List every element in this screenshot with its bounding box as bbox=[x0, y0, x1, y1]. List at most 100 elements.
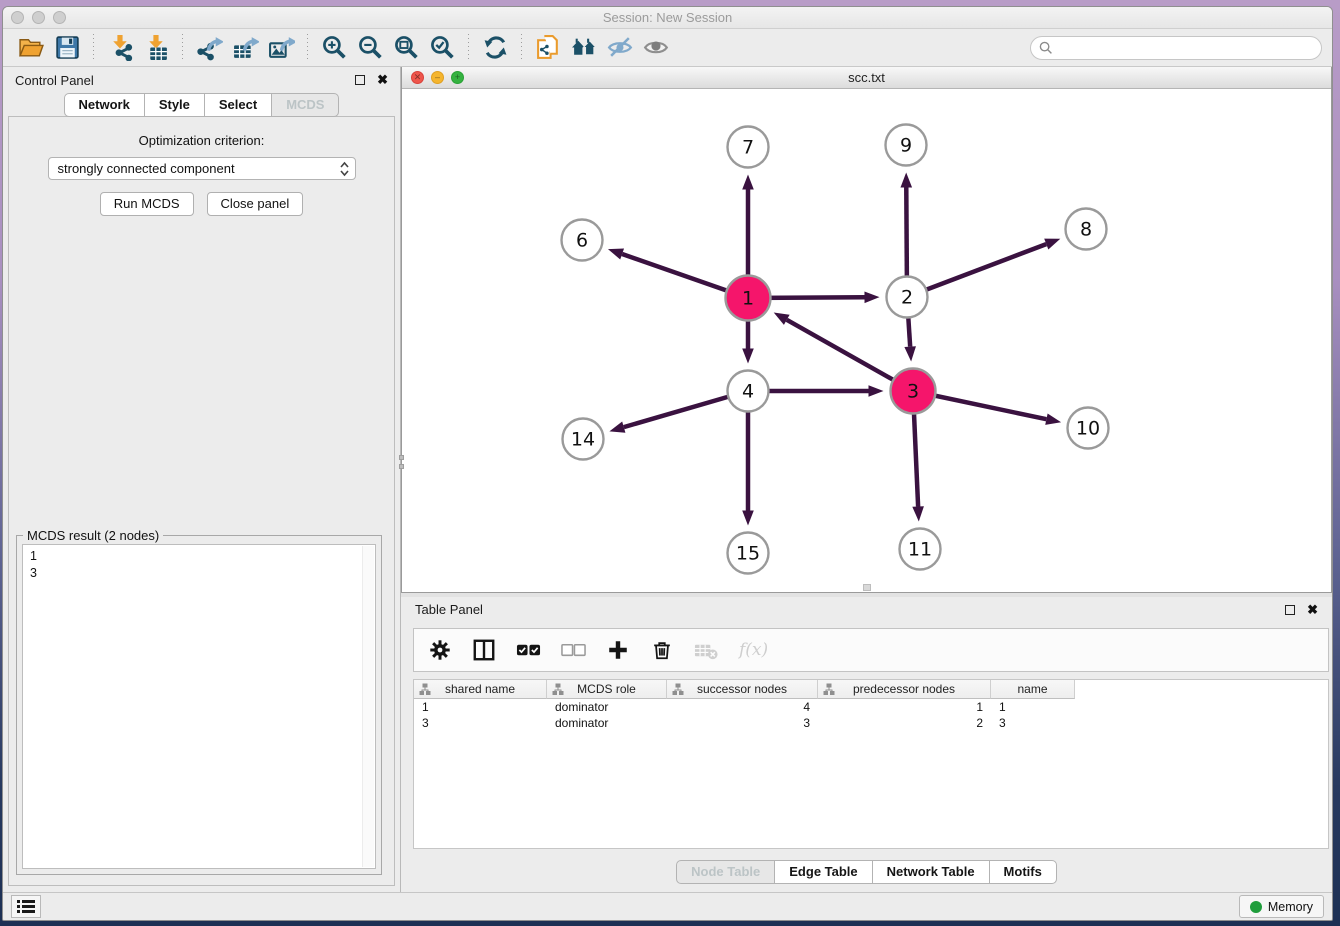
delete-table-button[interactable] bbox=[694, 638, 719, 663]
home-icon bbox=[571, 34, 598, 61]
refresh-button[interactable] bbox=[477, 32, 513, 64]
function-builder-button[interactable]: f(x) bbox=[739, 640, 768, 660]
graph-node-7[interactable]: 7 bbox=[728, 127, 769, 168]
edge-2-8[interactable] bbox=[907, 244, 1046, 297]
run-mcds-button[interactable]: Run MCDS bbox=[100, 192, 194, 216]
cell-successor-nodes[interactable]: 3 bbox=[667, 715, 818, 731]
network-close-icon[interactable]: ✕ bbox=[411, 71, 424, 84]
toolbar-separator bbox=[521, 34, 522, 62]
network-canvas[interactable]: 7 9 6 8 1 2 4 3 14 10 15 11 bbox=[402, 89, 1331, 592]
column-header-name[interactable]: name bbox=[991, 680, 1075, 699]
tab-edge-table[interactable]: Edge Table bbox=[774, 860, 872, 884]
table-row[interactable]: 1dominator411 bbox=[414, 699, 1328, 715]
node-label: 10 bbox=[1076, 418, 1100, 440]
import-table-button[interactable] bbox=[138, 32, 174, 64]
add-icon bbox=[606, 638, 630, 662]
cell-name[interactable]: 1 bbox=[991, 699, 1075, 715]
cell-predecessor-nodes[interactable]: 1 bbox=[818, 699, 991, 715]
cell-successor-nodes[interactable]: 4 bbox=[667, 699, 818, 715]
graph-node-9[interactable]: 9 bbox=[886, 125, 927, 166]
table-panel-header: Table Panel ✖ bbox=[401, 597, 1332, 622]
criterion-select[interactable]: strongly connected component bbox=[48, 157, 356, 180]
control-panel-float-icon[interactable] bbox=[355, 75, 365, 85]
main-toolbar bbox=[3, 29, 1332, 67]
edge-arrow-3-1 bbox=[774, 312, 790, 324]
control-panel: Control Panel ✖ NetworkStyleSelectMCDS O… bbox=[3, 67, 401, 892]
node-label: 15 bbox=[736, 543, 760, 565]
graph-node-2[interactable]: 2 bbox=[887, 277, 928, 318]
edge-arrow-2-9 bbox=[900, 172, 912, 187]
table-panel-close-icon[interactable]: ✖ bbox=[1307, 605, 1318, 615]
tab-motifs[interactable]: Motifs bbox=[989, 860, 1057, 884]
network-minimize-icon[interactable]: – bbox=[431, 71, 444, 84]
control-panel-close-icon[interactable]: ✖ bbox=[377, 75, 388, 85]
cell-name[interactable]: 3 bbox=[991, 715, 1075, 731]
tab-style[interactable]: Style bbox=[144, 93, 205, 117]
search-input[interactable] bbox=[1030, 36, 1322, 60]
cell-shared-name[interactable]: 3 bbox=[414, 715, 547, 731]
window-close-icon[interactable] bbox=[11, 11, 24, 24]
window-titlebar: Session: New Session bbox=[3, 7, 1332, 29]
tab-network-table[interactable]: Network Table bbox=[872, 860, 990, 884]
node-label: 11 bbox=[908, 539, 932, 561]
column-header-shared-name[interactable]: shared name bbox=[414, 680, 547, 699]
table-panel-float-icon[interactable] bbox=[1285, 605, 1295, 615]
cell-predecessor-nodes[interactable]: 2 bbox=[818, 715, 991, 731]
export-image-icon bbox=[268, 34, 295, 61]
zoom-out-button[interactable] bbox=[352, 32, 388, 64]
window-zoom-icon[interactable] bbox=[53, 11, 66, 24]
column-header-successor-nodes[interactable]: successor nodes bbox=[667, 680, 818, 699]
toolbar-separator bbox=[182, 34, 183, 62]
zoom-selected-button[interactable] bbox=[424, 32, 460, 64]
panel-splitter-handle[interactable] bbox=[399, 455, 404, 471]
cell-MCDS-role[interactable]: dominator bbox=[547, 715, 667, 731]
result-scrollbar[interactable] bbox=[362, 546, 374, 867]
export-table-button[interactable] bbox=[227, 32, 263, 64]
network-maximize-icon[interactable]: + bbox=[451, 71, 464, 84]
gear-button[interactable] bbox=[428, 638, 452, 662]
hide-visibility-button[interactable] bbox=[602, 32, 638, 64]
network-document-button[interactable] bbox=[530, 32, 566, 64]
add-button[interactable] bbox=[606, 638, 630, 662]
tab-node-table[interactable]: Node Table bbox=[676, 860, 775, 884]
cell-shared-name[interactable]: 1 bbox=[414, 699, 547, 715]
graph-node-1[interactable]: 1 bbox=[726, 276, 771, 321]
tab-mcds[interactable]: MCDS bbox=[271, 93, 339, 117]
show-visibility-button[interactable] bbox=[638, 32, 674, 64]
columns-button[interactable] bbox=[472, 638, 496, 662]
close-panel-button[interactable]: Close panel bbox=[207, 192, 304, 216]
export-network-button[interactable] bbox=[191, 32, 227, 64]
export-image-button[interactable] bbox=[263, 32, 299, 64]
graph-node-10[interactable]: 10 bbox=[1068, 408, 1109, 449]
save-session-button[interactable] bbox=[49, 32, 85, 64]
graph-node-8[interactable]: 8 bbox=[1066, 209, 1107, 250]
home-button[interactable] bbox=[566, 32, 602, 64]
tab-select[interactable]: Select bbox=[204, 93, 272, 117]
cell-MCDS-role[interactable]: dominator bbox=[547, 699, 667, 715]
mcds-result-lines: 1 3 bbox=[30, 549, 37, 580]
deselect-all-button[interactable] bbox=[561, 638, 586, 663]
graph-node-14[interactable]: 14 bbox=[563, 419, 604, 460]
graph-node-3[interactable]: 3 bbox=[891, 369, 936, 414]
graph-node-11[interactable]: 11 bbox=[900, 529, 941, 570]
mcds-result-text[interactable]: 1 3 bbox=[22, 544, 376, 869]
column-header-MCDS-role[interactable]: MCDS role bbox=[547, 680, 667, 699]
zoom-in-button[interactable] bbox=[316, 32, 352, 64]
graph-node-6[interactable]: 6 bbox=[562, 220, 603, 261]
tab-network[interactable]: Network bbox=[64, 93, 145, 117]
graph-node-15[interactable]: 15 bbox=[728, 533, 769, 574]
select-stepper-icon bbox=[340, 161, 349, 177]
edge-arrow-1-7 bbox=[742, 175, 754, 190]
table-row[interactable]: 3dominator323 bbox=[414, 715, 1328, 731]
task-history-button[interactable] bbox=[11, 895, 41, 918]
canvas-resize-handle[interactable] bbox=[863, 584, 871, 591]
zoom-fit-button[interactable] bbox=[388, 32, 424, 64]
column-header-predecessor-nodes[interactable]: predecessor nodes bbox=[818, 680, 991, 699]
import-network-button[interactable] bbox=[102, 32, 138, 64]
graph-node-4[interactable]: 4 bbox=[728, 371, 769, 412]
window-minimize-icon[interactable] bbox=[32, 11, 45, 24]
select-all-button[interactable] bbox=[516, 638, 541, 663]
delete-button[interactable] bbox=[650, 638, 674, 662]
open-session-button[interactable] bbox=[13, 32, 49, 64]
memory-button[interactable]: Memory bbox=[1239, 895, 1324, 918]
